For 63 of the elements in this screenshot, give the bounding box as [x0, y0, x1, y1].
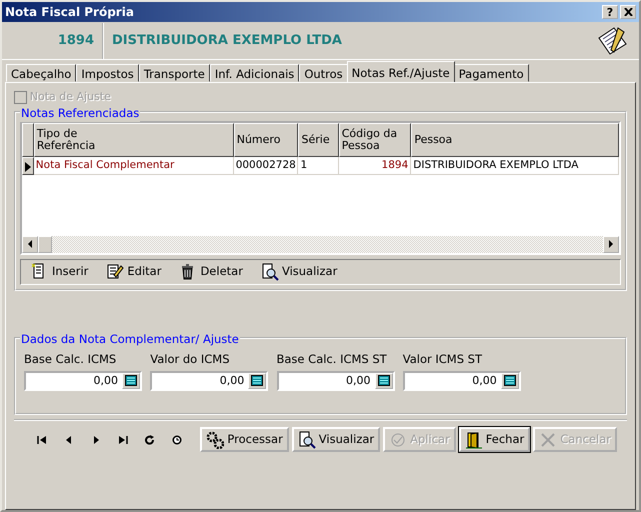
column-header[interactable]: Código da Pessoa [338, 122, 412, 156]
action-button[interactable]: Processar [200, 427, 289, 452]
last-record-icon [118, 434, 128, 444]
toolbar-button[interactable]: Visualizar [260, 262, 338, 280]
magnifier-icon [260, 262, 279, 280]
action-button[interactable]: Visualizar [292, 427, 380, 452]
table-cell: 1 [298, 156, 339, 174]
column-header[interactable]: Número [234, 122, 298, 156]
column-header[interactable]: Pessoa [411, 122, 620, 156]
document-icon [106, 262, 124, 280]
input-field[interactable]: 0,00 [276, 370, 394, 391]
input-field[interactable]: 0,00 [150, 370, 268, 391]
field-label: Valor do ICMS [150, 350, 231, 368]
action-button[interactable]: Fechar [458, 427, 530, 452]
tab[interactable]: Notas Ref./Ajuste [346, 61, 455, 82]
field-label: Base Calc. ICMS ST [276, 350, 388, 368]
toolbar-button[interactable]: Deletar [179, 262, 243, 280]
table-cell: DISTRIBUIDORA EXEMPLO LTDA [411, 156, 619, 174]
clock-icon [172, 434, 182, 444]
tab[interactable]: Outros [299, 64, 348, 82]
table-cell: 000002728 [234, 156, 298, 174]
refresh-icon [144, 434, 155, 444]
scroll-left-icon [28, 240, 32, 248]
tab[interactable]: Inf. Adicionais [210, 64, 300, 82]
input-field[interactable]: 0,00 [24, 370, 142, 391]
first-record-icon [36, 434, 46, 444]
table-cell: 1894 [338, 156, 412, 174]
toolbar-button[interactable]: Inserir [31, 262, 88, 280]
field-label: Base Calc. ICMS [24, 350, 118, 368]
calculator-icon [504, 375, 516, 386]
window-title: Nota Fiscal Própria [5, 4, 134, 21]
calculator-icon [125, 375, 137, 386]
column-header[interactable]: Série [298, 122, 339, 156]
previous-icon [64, 434, 74, 444]
input-field[interactable]: 0,00 [402, 370, 521, 391]
notepad-icon [596, 26, 628, 56]
scroll-thumb[interactable] [38, 236, 52, 252]
toolbar-button[interactable]: Editar [106, 262, 162, 280]
gears-icon [206, 430, 224, 448]
scroll-right-icon [608, 240, 614, 248]
magnifier-icon [298, 430, 316, 448]
door-icon [464, 430, 483, 448]
table-cell: Nota Fiscal Complementar [34, 156, 234, 174]
tab[interactable]: Pagamento [454, 64, 529, 82]
calculator-icon [378, 375, 390, 386]
column-header[interactable]: Tipo de Referência [34, 122, 234, 156]
customer-name: DISTRIBUIDORA EXEMPLO LTDA [111, 32, 343, 50]
help-button[interactable]: ? [602, 5, 618, 19]
calculator-button[interactable] [122, 372, 140, 389]
x-icon [539, 430, 558, 448]
close-icon [624, 8, 632, 16]
calculator-button[interactable] [374, 372, 392, 389]
tab[interactable]: Impostos [76, 64, 139, 82]
apply-icon [389, 430, 408, 448]
customer-code: 1894 [2, 22, 104, 58]
calculator-icon [251, 375, 264, 386]
close-button[interactable] [620, 5, 636, 19]
field-label: Valor ICMS ST [402, 350, 484, 368]
tab[interactable]: Transporte [138, 64, 210, 82]
calculator-button[interactable] [248, 372, 266, 389]
calculator-button[interactable] [500, 372, 519, 389]
tab[interactable]: Cabeçalho [6, 64, 76, 82]
row-header[interactable] [22, 156, 34, 174]
